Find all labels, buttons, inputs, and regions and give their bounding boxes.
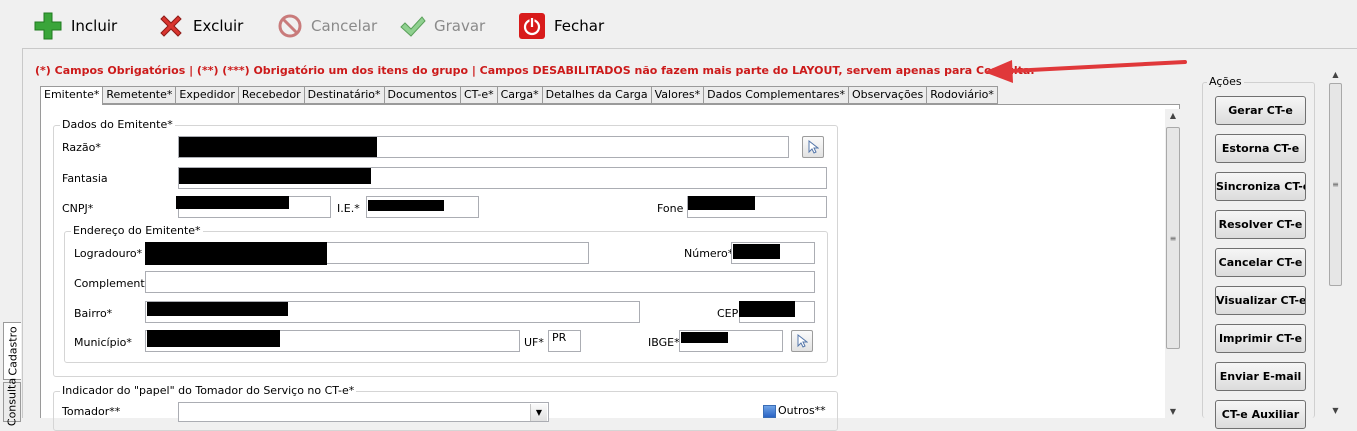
tab-destinatário[interactable]: Destinatário* — [303, 86, 384, 104]
tab-recebedor[interactable]: Recebedor — [237, 86, 304, 104]
tab-rodoviário[interactable]: Rodoviário* — [926, 86, 998, 104]
complemento-label: Complemento — [74, 277, 152, 290]
tab-emitente[interactable]: Emitente* — [40, 86, 103, 105]
tab-consulta-label: Consulta — [5, 377, 19, 427]
redacted-fantasia — [179, 168, 371, 184]
content-scroll-thumb[interactable]: ≡ — [1166, 127, 1180, 349]
excluir-label: Excluir — [193, 17, 244, 35]
action-button-resolver-ct-e[interactable]: Resolver CT-e — [1215, 210, 1306, 239]
redacted-ibge — [681, 332, 728, 343]
ibge-label: IBGE* — [648, 336, 680, 349]
tab-expedidor[interactable]: Expedidor — [175, 86, 238, 104]
cep-label: CEP — [717, 307, 739, 320]
redacted-razao — [179, 137, 377, 157]
action-button-sincroniza-ct-e[interactable]: Sincroniza CT-e — [1215, 172, 1306, 201]
uf-label: UF* — [524, 336, 544, 349]
content-scrollbar[interactable]: ▲ ≡ ▼ — [1165, 109, 1181, 419]
fechar-label: Fechar — [554, 17, 605, 35]
action-button-imprimir-ct-e[interactable]: Imprimir CT-e — [1215, 324, 1306, 353]
excluir-button[interactable]: Excluir — [157, 10, 243, 42]
page-scroll-up-icon[interactable]: ▲ — [1328, 68, 1343, 82]
fechar-button[interactable]: Fechar — [518, 10, 604, 42]
tab-observações[interactable]: Observações — [847, 86, 927, 104]
tab-detalhes-da-carga[interactable]: Detalhes da Carga — [541, 86, 651, 104]
action-button-ct-e-auxiliar[interactable]: CT-e Auxiliar — [1215, 400, 1306, 429]
tomador-select[interactable]: ▼ — [178, 402, 549, 422]
redacted-cep — [739, 301, 795, 317]
page-scroll-down-icon[interactable]: ▼ — [1328, 404, 1343, 418]
checkmark-icon — [398, 12, 426, 40]
tab-carga[interactable]: Carga* — [496, 86, 542, 104]
pointer-icon — [797, 334, 808, 348]
scroll-down-icon[interactable]: ▼ — [1165, 405, 1181, 419]
tomador-label: Tomador** — [62, 405, 121, 418]
cancel-circle-icon — [277, 13, 303, 39]
acoes-panel: Ações Gerar CT-e Estorna CT-e Sincroniza C… — [1202, 75, 1315, 429]
search-ibge-button[interactable] — [791, 330, 813, 352]
municipio-label: Município* — [74, 336, 132, 349]
page-scroll-thumb[interactable]: ≡ — [1329, 83, 1342, 286]
tab-valores[interactable]: Valores* — [650, 86, 704, 104]
fantasia-label: Fantasia — [62, 172, 108, 185]
page-scrollbar[interactable]: ▲ ≡ ▼ — [1328, 68, 1343, 418]
action-button-gerar-ct-e[interactable]: Gerar CT-e — [1215, 96, 1306, 125]
razao-label: Razão* — [62, 141, 101, 154]
tab-ct-e[interactable]: CT-e* — [459, 86, 497, 104]
redacted-municipio — [147, 330, 280, 347]
gravar-button[interactable]: Gravar — [398, 10, 485, 42]
complemento-field[interactable] — [145, 271, 815, 293]
chevron-down-icon: ▼ — [530, 404, 547, 421]
ie-label: I.E.* — [337, 202, 360, 215]
tab-remetente[interactable]: Remetente* — [102, 86, 176, 104]
action-button-estorna-ct-e[interactable]: Estorna CT-e — [1215, 134, 1306, 163]
tab-documentos[interactable]: Documentos — [383, 86, 460, 104]
power-icon — [518, 12, 546, 40]
outros-checkbox[interactable] — [763, 405, 776, 418]
redacted-bairro — [147, 302, 288, 316]
endereco-legend: Endereço do Emitente* — [71, 224, 203, 237]
action-button-enviar-e-mail[interactable]: Enviar E-mail — [1215, 362, 1306, 391]
tab-consulta[interactable]: Consulta — [3, 378, 21, 426]
cancelar-button[interactable]: Cancelar — [277, 10, 377, 42]
tab-dados-complementares[interactable]: Dados Complementares* — [703, 86, 848, 104]
required-fields-warning: (*) Campos Obrigatórios | (**) (***) Obr… — [35, 64, 1035, 77]
incluir-label: Incluir — [71, 17, 118, 35]
emitente-legend: Dados do Emitente* — [60, 118, 175, 131]
acoes-legend: Ações — [1207, 75, 1244, 88]
bairro-label: Bairro* — [74, 307, 113, 320]
scroll-up-icon[interactable]: ▲ — [1165, 109, 1181, 123]
redacted-logradouro — [145, 242, 327, 265]
fone-label: Fone — [657, 202, 684, 215]
uf-field[interactable]: PR — [548, 330, 581, 352]
plus-icon — [33, 11, 63, 41]
action-button-cancelar-ct-e[interactable]: Cancelar CT-e — [1215, 248, 1306, 277]
red-arrow-annotation — [984, 60, 1187, 83]
redacted-numero — [733, 244, 780, 259]
delete-x-icon — [157, 12, 185, 40]
tab-cadastro[interactable]: Cadastro — [3, 322, 21, 380]
tab-content-emitente: Dados do Emitente* Razão* Fantasia CNPJ*… — [40, 104, 1181, 431]
cnpj-label: CNPJ* — [62, 202, 94, 215]
tab-strip: Emitente* Remetente* Expedidor Recebedor Des… — [40, 86, 998, 105]
gravar-label: Gravar — [434, 17, 486, 35]
action-button-visualizar-ct-e[interactable]: Visualizar CT-e — [1215, 286, 1306, 315]
pointer-icon — [808, 140, 819, 154]
redacted-ie — [368, 200, 444, 211]
tomador-legend: Indicador do "papel" do Tomador do Servi… — [60, 384, 357, 397]
tab-cadastro-label: Cadastro — [6, 326, 19, 376]
logradouro-label: Logradouro* — [74, 247, 143, 260]
numero-label: Número* — [684, 247, 734, 260]
redacted-fone — [688, 196, 755, 210]
outros-label: Outros** — [778, 404, 826, 417]
side-tabs: Cadastro Consulta — [0, 322, 22, 426]
redacted-cnpj — [176, 196, 289, 209]
toolbar: Incluir Excluir Cancelar Gravar Fechar — [0, 0, 1357, 48]
search-razao-button[interactable] — [802, 136, 824, 158]
incluir-button[interactable]: Incluir — [33, 10, 117, 42]
cancelar-label: Cancelar — [311, 17, 378, 35]
